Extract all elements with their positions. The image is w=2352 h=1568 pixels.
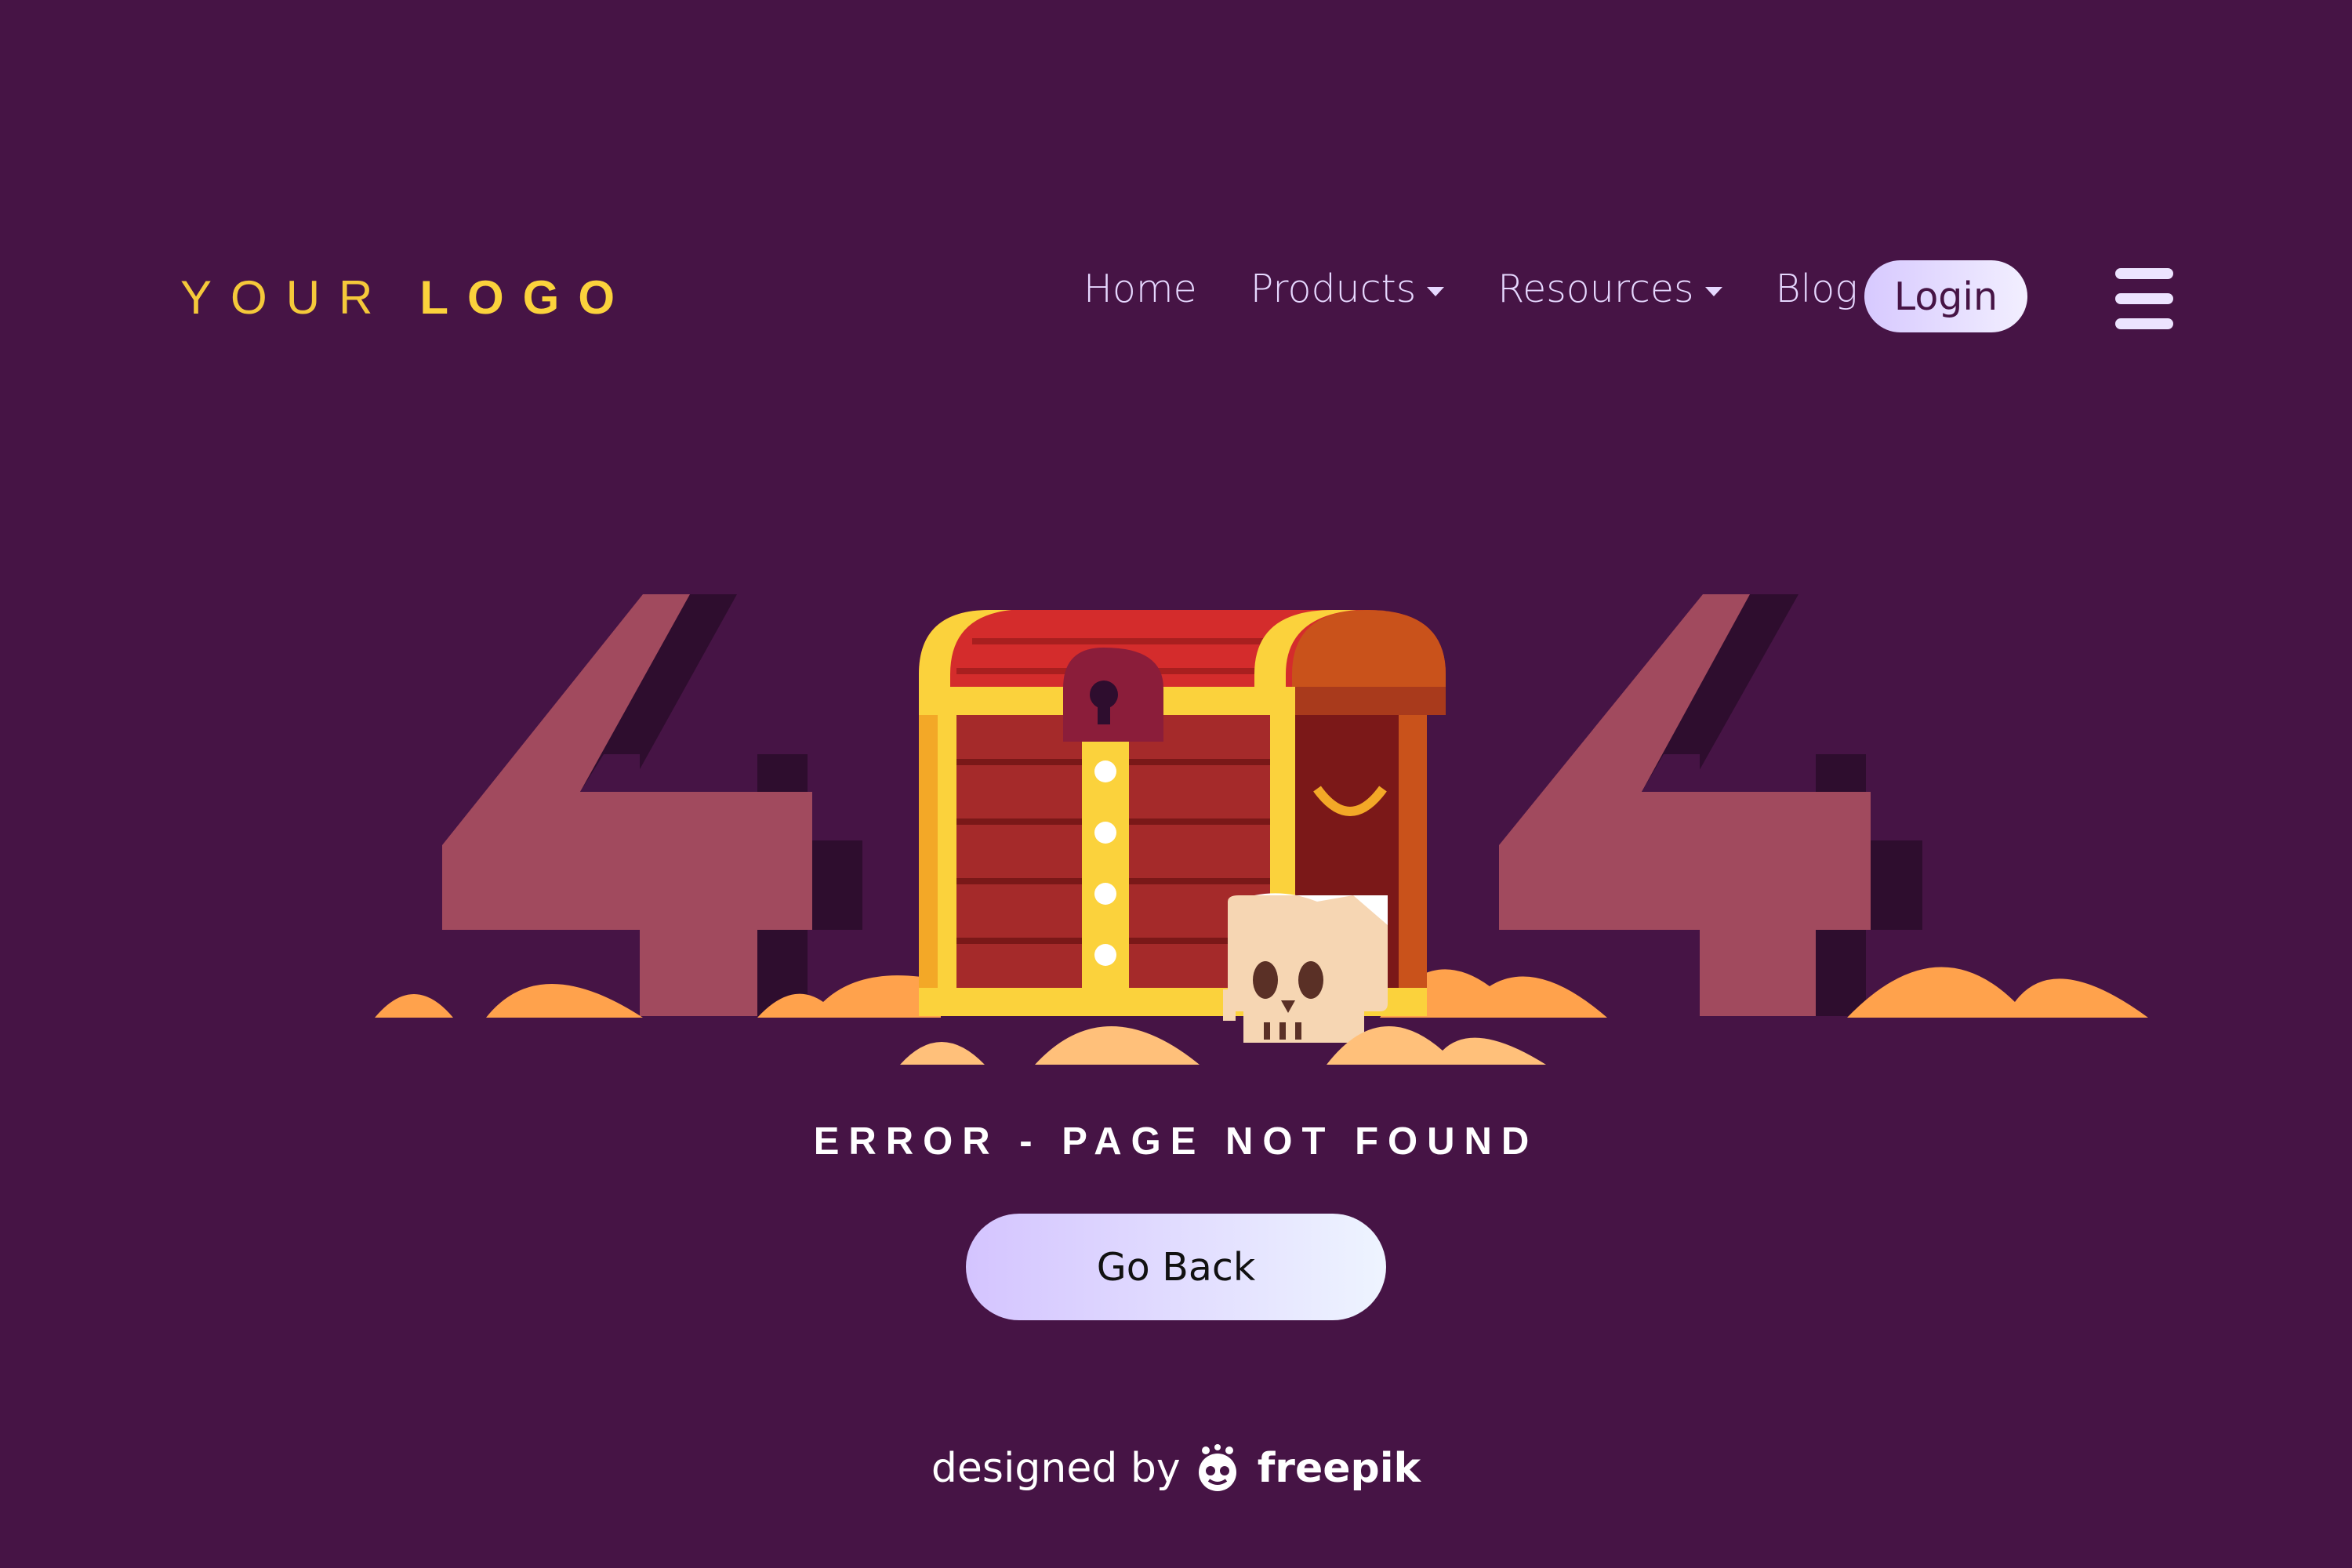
credit-brand: freepik — [1257, 1445, 1421, 1492]
skull — [1223, 893, 1388, 1043]
freepik-logo-icon — [1198, 1444, 1236, 1491]
error-message: ERROR - PAGE NOT FOUND — [813, 1120, 1539, 1163]
go-back-button[interactable]: Go Back — [966, 1214, 1386, 1320]
404-illustration: 4 — [375, 594, 2148, 1065]
credit-prefix: designed by — [931, 1445, 1181, 1492]
footer-credit[interactable]: designed by freepik — [0, 1444, 2352, 1493]
digit-4-right — [1499, 594, 1922, 1016]
sand-mounds-front — [900, 1025, 1546, 1065]
